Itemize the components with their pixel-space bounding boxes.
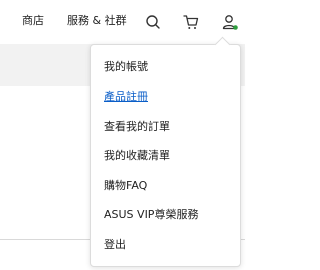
cart-icon[interactable] <box>182 13 200 31</box>
account-dropdown-menu: 我的帳號 產品註冊 查看我的訂單 我的收藏清單 購物FAQ ASUS VIP尊榮… <box>90 36 241 267</box>
menu-item-wishlist[interactable]: 我的收藏清單 <box>104 149 170 163</box>
menu-item-logout[interactable]: 登出 <box>104 238 126 252</box>
menu-item-product-registration[interactable]: 產品註冊 <box>104 90 148 104</box>
online-status-dot <box>233 25 238 30</box>
nav-service-community-link[interactable]: 服務 & 社群 <box>67 14 127 28</box>
top-navigation-bar: 商店 服務 & 社群 <box>0 0 245 44</box>
menu-item-shopping-faq[interactable]: 購物FAQ <box>104 179 147 193</box>
user-icon[interactable] <box>221 13 239 31</box>
search-icon[interactable] <box>144 13 162 31</box>
menu-item-my-account[interactable]: 我的帳號 <box>104 60 148 74</box>
nav-shop-link[interactable]: 商店 <box>22 14 44 28</box>
menu-item-asus-vip[interactable]: ASUS VIP尊榮服務 <box>104 208 198 222</box>
menu-item-view-orders[interactable]: 查看我的訂單 <box>104 120 170 134</box>
